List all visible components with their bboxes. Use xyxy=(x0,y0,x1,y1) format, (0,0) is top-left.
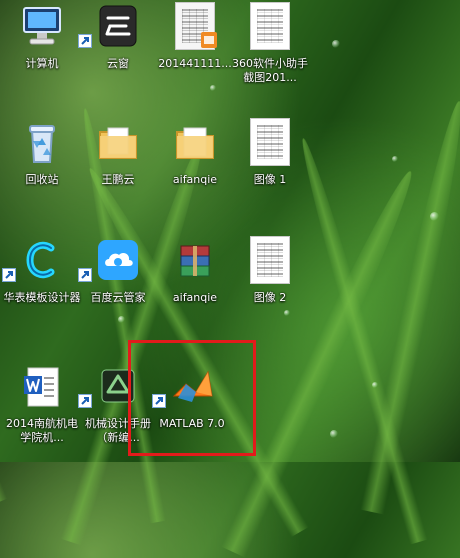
desktop-icon-label: 201441111... xyxy=(158,57,232,70)
desktop-icon-label: 王鹏云 xyxy=(101,173,135,186)
desktop-icon-baidu-cloud[interactable]: 百度云管家 xyxy=(78,236,158,328)
desktop-icon-yunchuang[interactable]: 云窗 xyxy=(78,2,158,94)
desktop-icon-recycle-bin[interactable]: 回收站 xyxy=(2,118,82,210)
desktop-icon-archive-aifanqie[interactable]: aifanqie xyxy=(155,236,235,328)
desktop-icon-label: 360软件小助手截图201... xyxy=(232,57,308,84)
recycle-bin-icon xyxy=(18,118,66,166)
desktop-icon-folder-aifanqie[interactable]: aifanqie xyxy=(155,118,235,210)
desktop-icon-image-2[interactable]: 图像 2 xyxy=(230,236,310,328)
archive-rar-icon xyxy=(171,236,219,284)
desktop-icon-screenshot[interactable]: 360软件小助手截图201... xyxy=(230,2,310,94)
desktop: 计算机 云窗 201441111... 360软件小助手截图201... 回收站… xyxy=(0,0,460,462)
shortcut-arrow-icon xyxy=(78,34,92,48)
shortcut-arrow-icon xyxy=(78,268,92,282)
desktop-icon-label: 回收站 xyxy=(25,173,59,186)
desktop-icon-label: 华表模板设计器 xyxy=(3,291,81,304)
desktop-icon-word-doc[interactable]: 2014南航机电学院机... xyxy=(2,362,82,454)
desktop-icon-folder-wangpengyun[interactable]: 王鹏云 xyxy=(78,118,158,210)
desktop-icon-label: 2014南航机电学院机... xyxy=(6,417,78,444)
shortcut-arrow-icon xyxy=(2,268,16,282)
computer-icon xyxy=(18,2,66,50)
huabiao-template-designer-icon xyxy=(18,236,66,284)
matlab-icon xyxy=(168,362,216,410)
desktop-icon-label: 百度云管家 xyxy=(90,291,146,304)
pdf-document-icon xyxy=(171,2,219,50)
folder-icon xyxy=(171,118,219,166)
baidu-cloud-icon xyxy=(94,236,142,284)
desktop-icon-matlab[interactable]: MATLAB 7.0 xyxy=(152,362,232,454)
desktop-icon-pdf[interactable]: 201441111... xyxy=(155,2,235,94)
folder-icon xyxy=(94,118,142,166)
desktop-icon-huabiao-template-designer[interactable]: 华表模板设计器 xyxy=(2,236,82,328)
desktop-icon-computer[interactable]: 计算机 xyxy=(2,2,82,94)
desktop-icon-label: 图像 1 xyxy=(253,173,287,186)
screenshot-image-icon xyxy=(246,2,294,50)
desktop-icon-label: 计算机 xyxy=(25,57,59,70)
desktop-icon-label: aifanqie xyxy=(172,291,218,304)
desktop-icon-label: aifanqie xyxy=(172,173,218,186)
desktop-icon-label: 云窗 xyxy=(107,57,129,70)
image-file-icon xyxy=(246,236,294,284)
image-thumbnail xyxy=(250,2,290,50)
image-thumbnail xyxy=(250,236,290,284)
desktop-icon-image-1[interactable]: 图像 1 xyxy=(230,118,310,210)
shortcut-arrow-icon xyxy=(78,394,92,408)
image-file-icon xyxy=(246,118,294,166)
desktop-icon-label: 图像 2 xyxy=(253,291,287,304)
desktop-icon-label: MATLAB 7.0 xyxy=(159,417,225,430)
shortcut-arrow-icon xyxy=(152,394,166,408)
word-document-icon xyxy=(18,362,66,410)
pdf-badge-icon xyxy=(201,32,217,48)
yunchuang-app-icon xyxy=(94,2,142,50)
image-thumbnail xyxy=(250,118,290,166)
